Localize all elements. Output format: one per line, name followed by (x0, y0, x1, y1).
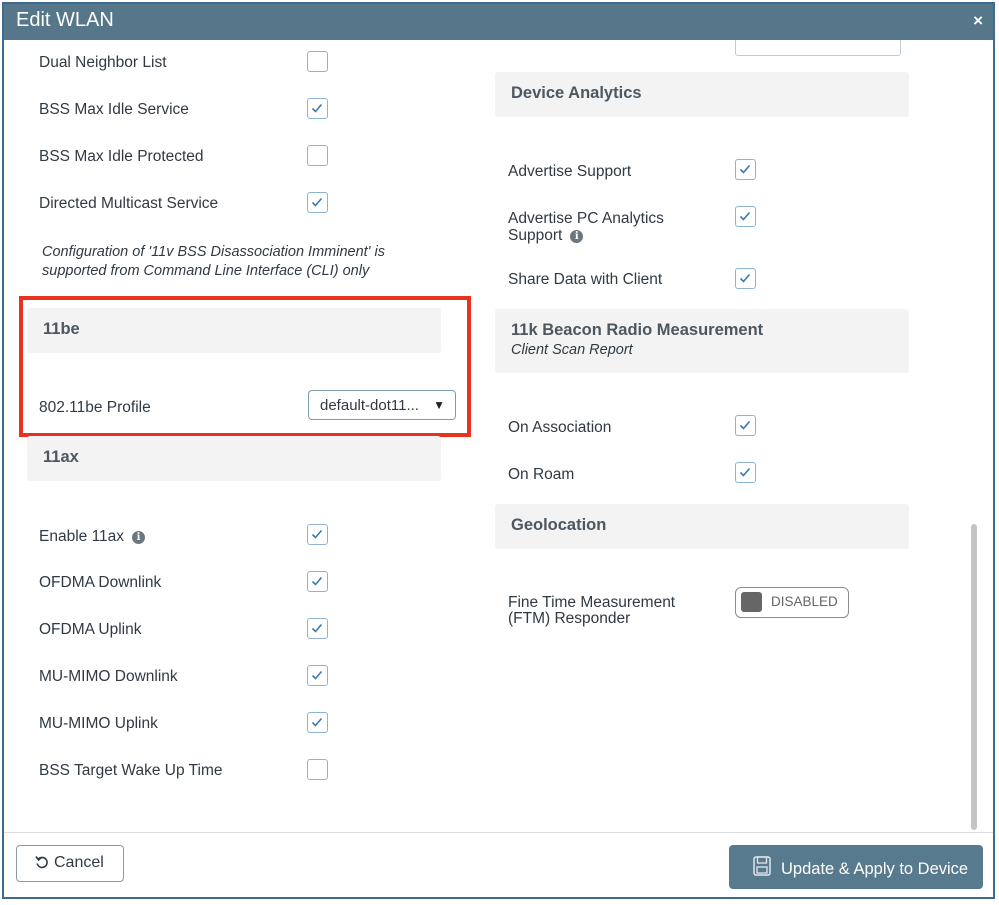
section-11ax: 11ax (27, 436, 441, 481)
cli-note-line1: Configuration of '11v BSS Disassociation… (42, 244, 385, 260)
on-association-label: On Association (508, 419, 612, 436)
on-association-checkbox[interactable] (735, 415, 756, 436)
close-icon[interactable]: × (973, 11, 983, 31)
section-11k-beacon-subtitle: Client Scan Report (511, 342, 633, 358)
scrollbar-thumb[interactable] (971, 524, 977, 830)
section-11k-beacon: 11k Beacon Radio Measurement Client Scan… (495, 309, 909, 373)
dual-neighbor-list-checkbox[interactable] (307, 51, 328, 72)
section-11k-beacon-title: 11k Beacon Radio Measurement (511, 321, 764, 339)
section-device-analytics: Device Analytics (495, 72, 909, 117)
section-geolocation-title: Geolocation (511, 516, 607, 534)
checkmark-icon (311, 717, 323, 727)
mu-mimo-downlink-label: MU-MIMO Downlink (39, 668, 178, 685)
ofdma-downlink-checkbox[interactable] (307, 571, 328, 592)
on-roam-checkbox[interactable] (735, 462, 756, 483)
checkmark-icon (739, 467, 751, 477)
bss-max-idle-service-label: BSS Max Idle Service (39, 101, 189, 118)
ftm-responder-line2: (FTM) Responder (508, 610, 631, 627)
advertise-pc-analytics-line2: Support (508, 227, 563, 244)
ftm-responder-label: Fine Time Measurement (FTM) Responder (508, 595, 675, 627)
section-11ax-title: 11ax (43, 448, 79, 466)
ftm-responder-line1: Fine Time Measurement (508, 594, 676, 611)
cli-note-line2: supported from Command Line Interface (C… (42, 263, 370, 279)
update-apply-button[interactable]: Update & Apply to Device (729, 845, 983, 889)
checkmark-icon (311, 197, 323, 207)
advertise-pc-analytics-line1: Advertise PC Analytics (508, 210, 664, 227)
bss-max-idle-protected-label: BSS Max Idle Protected (39, 148, 204, 165)
highlight-box (19, 296, 471, 437)
section-device-analytics-title: Device Analytics (511, 84, 642, 102)
toggle-state-text: DISABLED (771, 594, 838, 609)
checkmark-icon (739, 211, 751, 221)
checkmark-icon (311, 576, 323, 586)
ofdma-downlink-label: OFDMA Downlink (39, 574, 162, 591)
enable-11ax-label: Enable 11ax i (39, 528, 146, 545)
advertise-pc-analytics-checkbox[interactable] (735, 206, 756, 227)
info-icon[interactable]: i (132, 531, 146, 544)
enable-11ax-checkbox[interactable] (307, 524, 328, 545)
bss-max-idle-service-checkbox[interactable] (307, 98, 328, 119)
cli-note: Configuration of '11v BSS Disassociation… (42, 243, 385, 281)
advertise-support-label: Advertise Support (508, 163, 632, 180)
advertise-pc-analytics-label: Advertise PC Analytics Support i (508, 210, 664, 244)
dual-neighbor-list-label: Dual Neighbor List (39, 54, 167, 71)
checkmark-icon (311, 103, 323, 113)
section-geolocation: Geolocation (495, 504, 909, 549)
edit-wlan-dialog: Edit WLAN × Dual Neighbor List BSS Max I… (2, 2, 995, 899)
mu-mimo-downlink-checkbox[interactable] (307, 665, 328, 686)
directed-multicast-service-checkbox[interactable] (307, 192, 328, 213)
bss-target-wake-up-time-checkbox[interactable] (307, 759, 328, 780)
on-roam-label: On Roam (508, 466, 575, 483)
mu-mimo-uplink-label: MU-MIMO Uplink (39, 715, 158, 732)
directed-multicast-service-label: Directed Multicast Service (39, 195, 219, 212)
cancel-label: Cancel (54, 854, 104, 871)
toggle-knob (741, 592, 762, 612)
checkmark-icon (311, 670, 323, 680)
checkmark-icon (739, 420, 751, 430)
enable-11ax-text: Enable 11ax (39, 528, 125, 545)
share-data-with-client-label: Share Data with Client (508, 271, 663, 288)
partial-input-field[interactable] (735, 40, 901, 56)
checkmark-icon (739, 273, 751, 283)
dialog-title: Edit WLAN (16, 9, 114, 31)
ofdma-uplink-label: OFDMA Uplink (39, 621, 142, 638)
checkmark-icon (311, 529, 323, 539)
checkmark-icon (311, 623, 323, 633)
share-data-with-client-checkbox[interactable] (735, 268, 756, 289)
dialog-titlebar: Edit WLAN × (4, 4, 993, 40)
undo-icon (35, 856, 48, 869)
info-icon[interactable]: i (570, 230, 584, 243)
checkmark-icon (739, 164, 751, 174)
save-icon (753, 856, 771, 876)
advertise-support-checkbox[interactable] (735, 159, 756, 180)
cancel-button[interactable]: Cancel (16, 845, 124, 882)
update-apply-label: Update & Apply to Device (781, 860, 969, 878)
ofdma-uplink-checkbox[interactable] (307, 618, 328, 639)
bss-target-wake-up-time-label: BSS Target Wake Up Time (39, 762, 223, 779)
mu-mimo-uplink-checkbox[interactable] (307, 712, 328, 733)
bss-max-idle-protected-checkbox[interactable] (307, 145, 328, 166)
ftm-responder-toggle[interactable]: DISABLED (735, 587, 849, 618)
